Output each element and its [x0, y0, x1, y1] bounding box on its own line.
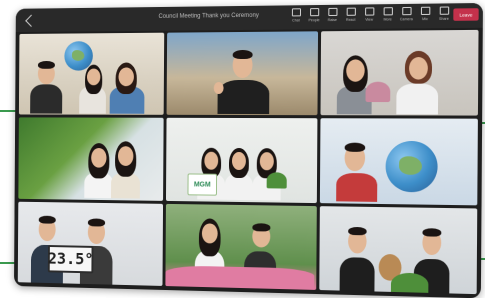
- smile-icon: [346, 7, 356, 16]
- video-tile[interactable]: [165, 203, 317, 290]
- video-tile[interactable]: [18, 32, 165, 116]
- camera-icon: [401, 6, 412, 16]
- people-button[interactable]: People: [307, 8, 321, 22]
- video-tile[interactable]: [166, 31, 319, 116]
- share-button[interactable]: Share: [437, 6, 452, 21]
- video-tile[interactable]: [320, 29, 479, 116]
- raise-hand-button[interactable]: Raise: [325, 7, 339, 22]
- video-grid: MGM 23.5°: [17, 29, 479, 295]
- leave-button[interactable]: Leave: [453, 8, 479, 21]
- plant-decoration: [266, 172, 287, 189]
- video-tile[interactable]: [319, 205, 478, 295]
- chevron-left-icon[interactable]: [25, 14, 38, 27]
- globe-image: [385, 141, 438, 193]
- video-tile[interactable]: 23.5°: [17, 201, 164, 286]
- camera-button[interactable]: Camera: [399, 6, 414, 21]
- title-bar: Council Meeting Thank you Ceremony Chat …: [15, 2, 483, 33]
- grid-icon: [364, 7, 374, 16]
- view-button[interactable]: View: [362, 7, 376, 22]
- people-icon: [309, 8, 319, 17]
- flower-bed: [165, 264, 315, 290]
- meeting-toolbar: Chat People Raise React View More Camera…: [289, 6, 451, 22]
- chat-button[interactable]: Chat: [289, 8, 303, 22]
- held-sign: MGM: [187, 173, 218, 197]
- temperature-display: 23.5°: [48, 244, 94, 274]
- chat-icon: [291, 8, 301, 17]
- more-icon: [383, 7, 393, 16]
- video-tile[interactable]: [18, 117, 164, 201]
- mic-icon: [420, 6, 430, 16]
- flower-bouquet: [365, 81, 391, 103]
- thumbs-up-hand: [213, 82, 224, 95]
- meeting-title: Council Meeting Thank you Ceremony: [158, 12, 259, 20]
- mic-button[interactable]: Mic: [418, 6, 433, 22]
- video-tile[interactable]: [319, 118, 478, 206]
- more-button[interactable]: More: [380, 7, 395, 22]
- hand-icon: [327, 7, 338, 17]
- video-call-window: Council Meeting Thank you Ceremony Chat …: [14, 2, 483, 298]
- video-tile[interactable]: MGM: [165, 118, 318, 203]
- react-button[interactable]: React: [344, 7, 358, 22]
- share-icon: [439, 6, 449, 15]
